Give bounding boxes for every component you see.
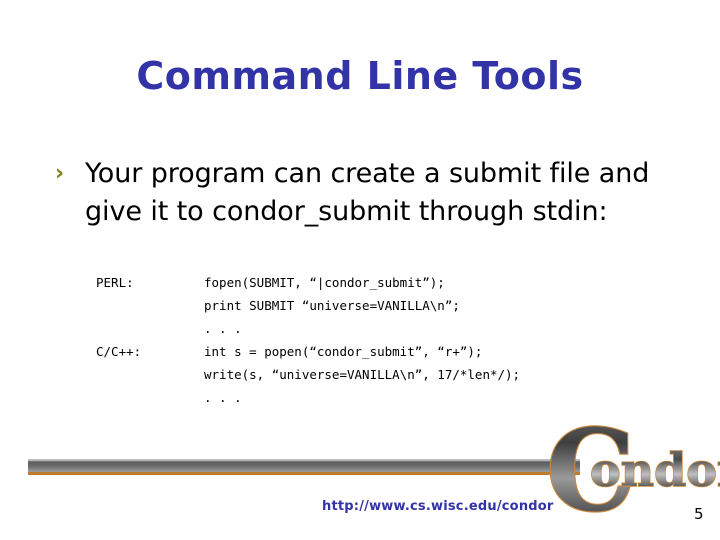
code-line-text: fopen(SUBMIT, “|condor_submit”); <box>204 275 445 290</box>
code-row: write(s, “universe=VANILLA\n”, 17/*len*/… <box>96 363 520 386</box>
code-row: print SUBMIT “universe=VANILLA\n”; <box>96 294 520 317</box>
code-language-label <box>96 363 204 386</box>
page-number: 5 <box>694 505 704 523</box>
footer-bar-body <box>28 459 580 472</box>
code-row: PERL: fopen(SUBMIT, “|condor_submit”); <box>96 271 520 294</box>
code-row: C/C++: int s = popen(“condor_submit”, “r… <box>96 340 520 363</box>
bullet-text: Your program can create a submit file an… <box>85 158 650 227</box>
code-line-text: write(s, “universe=VANILLA\n”, 17/*len*/… <box>204 367 521 382</box>
code-language-label: C/C++: <box>96 344 142 359</box>
code-line-text: . . . <box>204 321 242 336</box>
footer-bar-accent <box>28 472 580 475</box>
footer-divider-bar <box>28 459 580 475</box>
code-block: PERL: fopen(SUBMIT, “|condor_submit”); p… <box>96 271 520 409</box>
code-row: . . . <box>96 386 520 409</box>
code-language-label <box>96 386 204 409</box>
footer-url[interactable]: http://www.cs.wisc.edu/condor <box>322 499 554 514</box>
code-line-text: int s = popen(“condor_submit”, “r+”); <box>204 344 483 359</box>
code-language-label <box>96 294 204 317</box>
chevron-right-icon: › <box>55 161 65 186</box>
page-title: Command Line Tools <box>136 54 584 98</box>
code-row: . . . <box>96 317 520 340</box>
bullet-item: › Your program can create a submit file … <box>55 155 675 231</box>
code-line-text: print SUBMIT “universe=VANILLA\n”; <box>204 298 460 313</box>
svg-text:C: C <box>546 424 635 524</box>
code-language-label: PERL: <box>96 275 134 290</box>
code-language-label <box>96 317 204 340</box>
slide: Command Line Tools › Your program can cr… <box>0 0 720 540</box>
code-line-text: . . . <box>204 390 242 405</box>
